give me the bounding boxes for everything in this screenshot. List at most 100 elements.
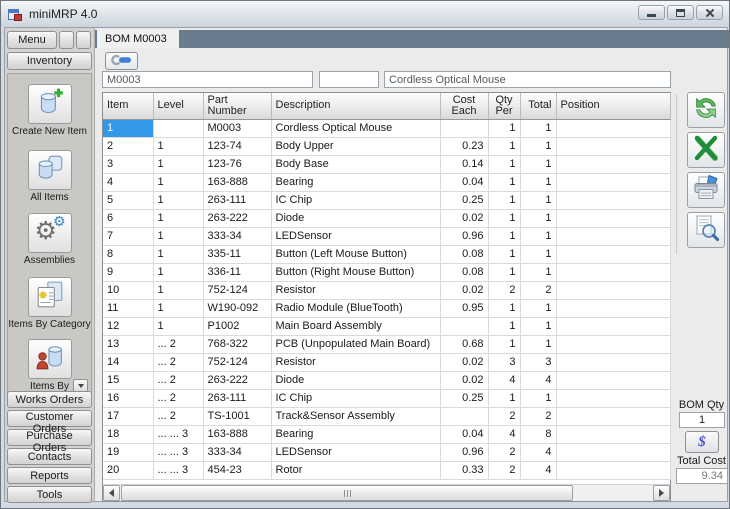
sidebar-item-purchase-orders[interactable]: Purchase Orders xyxy=(7,429,92,446)
cell-description[interactable]: Resistor xyxy=(271,281,440,299)
cell-qty_per[interactable]: 4 xyxy=(488,425,520,443)
cell-description[interactable]: Bearing xyxy=(271,425,440,443)
cell-total[interactable]: 1 xyxy=(520,209,556,227)
table-row[interactable]: 14... 2752-124Resistor0.0233 xyxy=(103,353,670,371)
scroll-right-button[interactable] xyxy=(653,485,670,501)
cell-level[interactable]: 1 xyxy=(153,173,203,191)
table-row[interactable]: 15... 2263-222Diode0.0244 xyxy=(103,371,670,389)
cell-qty_per[interactable]: 4 xyxy=(488,371,520,389)
cell-item[interactable]: 10 xyxy=(103,281,153,299)
cell-qty_per[interactable]: 2 xyxy=(488,281,520,299)
cell-qty_per[interactable]: 1 xyxy=(488,389,520,407)
table-row[interactable]: 71333-34LEDSensor0.9611 xyxy=(103,227,670,245)
cell-level[interactable]: 1 xyxy=(153,227,203,245)
table-row[interactable]: 1M0003Cordless Optical Mouse11 xyxy=(103,119,670,137)
cell-cost_each[interactable]: 0.08 xyxy=(440,245,488,263)
cell-part_number[interactable]: 163-888 xyxy=(203,173,271,191)
cell-description[interactable]: PCB (Unpopulated Main Board) xyxy=(271,335,440,353)
cell-description[interactable]: Diode xyxy=(271,209,440,227)
table-row[interactable]: 16... 2263-111IC Chip0.2511 xyxy=(103,389,670,407)
cell-position[interactable] xyxy=(556,281,670,299)
cell-part_number[interactable]: 752-124 xyxy=(203,281,271,299)
cell-position[interactable] xyxy=(556,245,670,263)
cell-cost_each[interactable]: 0.25 xyxy=(440,191,488,209)
cell-qty_per[interactable]: 2 xyxy=(488,443,520,461)
cell-qty_per[interactable]: 1 xyxy=(488,191,520,209)
table-row[interactable]: 111W190-092Radio Module (BlueTooth)0.951… xyxy=(103,299,670,317)
close-button[interactable] xyxy=(696,5,723,20)
cell-qty_per[interactable]: 2 xyxy=(488,407,520,425)
cell-cost_each[interactable]: 0.02 xyxy=(440,353,488,371)
column-header-position[interactable]: Position xyxy=(556,93,670,119)
cell-item[interactable]: 8 xyxy=(103,245,153,263)
table-row[interactable]: 18... ... 3163-888Bearing0.0448 xyxy=(103,425,670,443)
cell-item[interactable]: 6 xyxy=(103,209,153,227)
cell-cost_each[interactable]: 0.04 xyxy=(440,425,488,443)
cell-cost_each[interactable]: 0.14 xyxy=(440,155,488,173)
cell-cost_each[interactable]: 0.96 xyxy=(440,227,488,245)
cell-item[interactable]: 17 xyxy=(103,407,153,425)
cell-item[interactable]: 18 xyxy=(103,425,153,443)
scroll-left-button[interactable] xyxy=(103,485,120,501)
items-by-button[interactable] xyxy=(28,339,72,379)
wrench-button[interactable] xyxy=(105,52,138,70)
cell-description[interactable]: Diode xyxy=(271,371,440,389)
cell-cost_each[interactable]: 0.68 xyxy=(440,335,488,353)
cell-level[interactable]: 1 xyxy=(153,155,203,173)
cell-description[interactable]: Cordless Optical Mouse xyxy=(271,119,440,137)
cell-total[interactable]: 1 xyxy=(520,191,556,209)
cell-level[interactable]: 1 xyxy=(153,281,203,299)
cell-part_number[interactable]: 335-11 xyxy=(203,245,271,263)
cell-position[interactable] xyxy=(556,389,670,407)
cell-cost_each[interactable] xyxy=(440,407,488,425)
cell-position[interactable] xyxy=(556,173,670,191)
table-row[interactable]: 31123-76Body Base0.1411 xyxy=(103,155,670,173)
column-header-description[interactable]: Description xyxy=(271,93,440,119)
cell-part_number[interactable]: 768-322 xyxy=(203,335,271,353)
cell-position[interactable] xyxy=(556,209,670,227)
cell-position[interactable] xyxy=(556,425,670,443)
sidebar-small-button-1[interactable] xyxy=(59,31,74,49)
cell-item[interactable]: 7 xyxy=(103,227,153,245)
cell-total[interactable]: 4 xyxy=(520,461,556,479)
cell-item[interactable]: 13 xyxy=(103,335,153,353)
cell-description[interactable]: Resistor xyxy=(271,353,440,371)
middle-field[interactable] xyxy=(319,71,379,88)
cell-level[interactable]: 1 xyxy=(153,299,203,317)
cell-part_number[interactable]: 263-222 xyxy=(203,209,271,227)
cell-cost_each[interactable]: 0.96 xyxy=(440,443,488,461)
column-header-level[interactable]: Level xyxy=(153,93,203,119)
cell-qty_per[interactable]: 1 xyxy=(488,245,520,263)
cell-cost_each[interactable]: 0.08 xyxy=(440,263,488,281)
column-header-item[interactable]: Item xyxy=(103,93,153,119)
cell-total[interactable]: 1 xyxy=(520,389,556,407)
table-row[interactable]: 19... ... 3333-34LEDSensor0.9624 xyxy=(103,443,670,461)
cell-total[interactable]: 1 xyxy=(520,155,556,173)
cell-level[interactable]: 1 xyxy=(153,245,203,263)
print-button[interactable] xyxy=(687,172,725,208)
cell-part_number[interactable]: 123-74 xyxy=(203,137,271,155)
sidebar-item-customer-orders[interactable]: Customer Orders xyxy=(7,410,92,427)
cell-position[interactable] xyxy=(556,263,670,281)
cell-level[interactable]: ... ... 3 xyxy=(153,443,203,461)
cell-position[interactable] xyxy=(556,443,670,461)
part-number-field[interactable] xyxy=(102,71,313,88)
cell-cost_each[interactable]: 0.25 xyxy=(440,389,488,407)
cell-position[interactable] xyxy=(556,137,670,155)
cell-position[interactable] xyxy=(556,299,670,317)
cell-description[interactable]: IC Chip xyxy=(271,191,440,209)
cell-qty_per[interactable]: 2 xyxy=(488,461,520,479)
cell-total[interactable]: 4 xyxy=(520,371,556,389)
cell-level[interactable]: 1 xyxy=(153,191,203,209)
table-row[interactable]: 51263-111IC Chip0.2511 xyxy=(103,191,670,209)
cell-qty_per[interactable]: 1 xyxy=(488,137,520,155)
menu-button[interactable]: Menu xyxy=(7,31,57,49)
table-row[interactable]: 101752-124Resistor0.0222 xyxy=(103,281,670,299)
cell-part_number[interactable]: 336-11 xyxy=(203,263,271,281)
export-excel-button[interactable] xyxy=(687,132,725,168)
cell-description[interactable]: Radio Module (BlueTooth) xyxy=(271,299,440,317)
cell-total[interactable]: 1 xyxy=(520,245,556,263)
column-header-cost-each[interactable]: Cost Each xyxy=(440,93,488,119)
cell-description[interactable]: Track&Sensor Assembly xyxy=(271,407,440,425)
cell-cost_each[interactable]: 0.02 xyxy=(440,281,488,299)
